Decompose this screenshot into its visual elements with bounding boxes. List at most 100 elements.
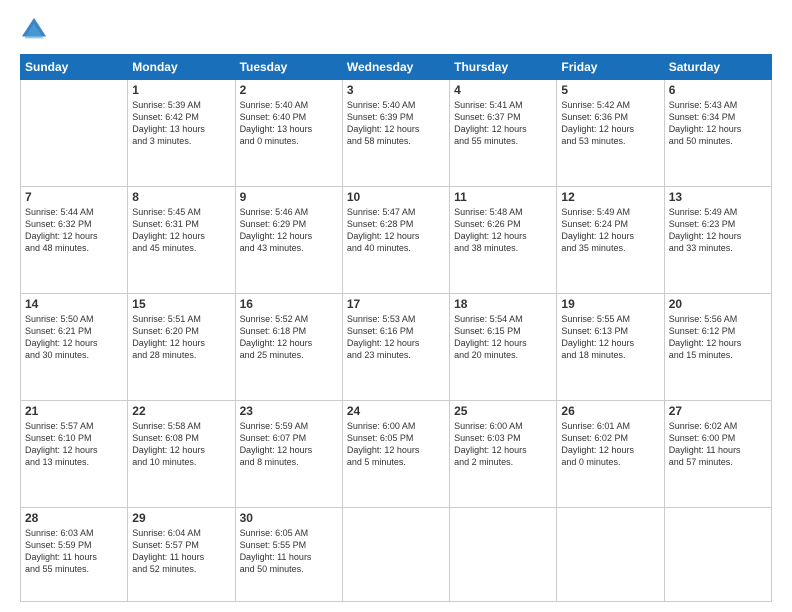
calendar-table: SundayMondayTuesdayWednesdayThursdayFrid… (20, 54, 772, 602)
calendar-cell (664, 508, 771, 602)
day-info: Sunrise: 6:00 AM Sunset: 6:03 PM Dayligh… (454, 420, 552, 469)
calendar-cell: 14 Sunrise: 5:50 AM Sunset: 6:21 PM Dayli… (21, 294, 128, 401)
day-info: Sunrise: 5:42 AM Sunset: 6:36 PM Dayligh… (561, 99, 659, 148)
week-row-4: 28 Sunrise: 6:03 AM Sunset: 5:59 PM Dayli… (21, 508, 772, 602)
calendar-cell: 19 Sunrise: 5:55 AM Sunset: 6:13 PM Dayli… (557, 294, 664, 401)
day-info: Sunrise: 5:51 AM Sunset: 6:20 PM Dayligh… (132, 313, 230, 362)
day-number: 12 (561, 190, 659, 204)
weekday-header-wednesday: Wednesday (342, 55, 449, 80)
week-row-2: 14 Sunrise: 5:50 AM Sunset: 6:21 PM Dayli… (21, 294, 772, 401)
calendar-cell: 22 Sunrise: 5:58 AM Sunset: 6:08 PM Dayli… (128, 401, 235, 508)
day-number: 3 (347, 83, 445, 97)
day-info: Sunrise: 5:50 AM Sunset: 6:21 PM Dayligh… (25, 313, 123, 362)
day-number: 19 (561, 297, 659, 311)
calendar-cell: 6 Sunrise: 5:43 AM Sunset: 6:34 PM Daylig… (664, 80, 771, 187)
day-number: 1 (132, 83, 230, 97)
day-number: 24 (347, 404, 445, 418)
day-number: 2 (240, 83, 338, 97)
calendar-cell: 24 Sunrise: 6:00 AM Sunset: 6:05 PM Dayli… (342, 401, 449, 508)
calendar-cell: 25 Sunrise: 6:00 AM Sunset: 6:03 PM Dayli… (450, 401, 557, 508)
day-info: Sunrise: 5:41 AM Sunset: 6:37 PM Dayligh… (454, 99, 552, 148)
calendar-cell: 30 Sunrise: 6:05 AM Sunset: 5:55 PM Dayli… (235, 508, 342, 602)
day-info: Sunrise: 6:05 AM Sunset: 5:55 PM Dayligh… (240, 527, 338, 576)
calendar-cell: 5Sunrise: 5:42 AM Sunset: 6:36 PM Daylig… (557, 80, 664, 187)
day-number: 15 (132, 297, 230, 311)
day-info: Sunrise: 5:49 AM Sunset: 6:23 PM Dayligh… (669, 206, 767, 255)
day-info: Sunrise: 5:44 AM Sunset: 6:32 PM Dayligh… (25, 206, 123, 255)
week-row-1: 7 Sunrise: 5:44 AM Sunset: 6:32 PM Daylig… (21, 187, 772, 294)
day-info: Sunrise: 5:59 AM Sunset: 6:07 PM Dayligh… (240, 420, 338, 469)
calendar-cell: 29 Sunrise: 6:04 AM Sunset: 5:57 PM Dayli… (128, 508, 235, 602)
day-info: Sunrise: 5:55 AM Sunset: 6:13 PM Dayligh… (561, 313, 659, 362)
day-number: 29 (132, 511, 230, 525)
day-number: 25 (454, 404, 552, 418)
day-info: Sunrise: 5:46 AM Sunset: 6:29 PM Dayligh… (240, 206, 338, 255)
weekday-header-row: SundayMondayTuesdayWednesdayThursdayFrid… (21, 55, 772, 80)
day-info: Sunrise: 5:40 AM Sunset: 6:39 PM Dayligh… (347, 99, 445, 148)
day-info: Sunrise: 6:01 AM Sunset: 6:02 PM Dayligh… (561, 420, 659, 469)
day-info: Sunrise: 5:57 AM Sunset: 6:10 PM Dayligh… (25, 420, 123, 469)
day-number: 14 (25, 297, 123, 311)
day-number: 18 (454, 297, 552, 311)
week-row-3: 21 Sunrise: 5:57 AM Sunset: 6:10 PM Dayli… (21, 401, 772, 508)
calendar-cell: 2 Sunrise: 5:40 AM Sunset: 6:40 PM Daylig… (235, 80, 342, 187)
week-row-0: 1 Sunrise: 5:39 AM Sunset: 6:42 PM Daylig… (21, 80, 772, 187)
page: SundayMondayTuesdayWednesdayThursdayFrid… (0, 0, 792, 612)
calendar-cell: 27 Sunrise: 6:02 AM Sunset: 6:00 PM Dayli… (664, 401, 771, 508)
calendar-cell: 15 Sunrise: 5:51 AM Sunset: 6:20 PM Dayli… (128, 294, 235, 401)
day-number: 7 (25, 190, 123, 204)
day-number: 28 (25, 511, 123, 525)
day-info: Sunrise: 5:48 AM Sunset: 6:26 PM Dayligh… (454, 206, 552, 255)
day-number: 23 (240, 404, 338, 418)
calendar-cell: 12 Sunrise: 5:49 AM Sunset: 6:24 PM Dayli… (557, 187, 664, 294)
day-number: 30 (240, 511, 338, 525)
day-info: Sunrise: 5:54 AM Sunset: 6:15 PM Dayligh… (454, 313, 552, 362)
day-number: 21 (25, 404, 123, 418)
day-info: Sunrise: 5:39 AM Sunset: 6:42 PM Dayligh… (132, 99, 230, 148)
day-info: Sunrise: 6:03 AM Sunset: 5:59 PM Dayligh… (25, 527, 123, 576)
calendar-cell (557, 508, 664, 602)
calendar-cell: 16Sunrise: 5:52 AM Sunset: 6:18 PM Dayli… (235, 294, 342, 401)
calendar-cell: 8Sunrise: 5:45 AM Sunset: 6:31 PM Daylig… (128, 187, 235, 294)
calendar-cell: 4 Sunrise: 5:41 AM Sunset: 6:37 PM Daylig… (450, 80, 557, 187)
logo-icon (20, 16, 48, 44)
day-info: Sunrise: 6:02 AM Sunset: 6:00 PM Dayligh… (669, 420, 767, 469)
day-info: Sunrise: 6:00 AM Sunset: 6:05 PM Dayligh… (347, 420, 445, 469)
day-number: 4 (454, 83, 552, 97)
day-number: 11 (454, 190, 552, 204)
day-number: 27 (669, 404, 767, 418)
calendar-cell: 26 Sunrise: 6:01 AM Sunset: 6:02 PM Dayli… (557, 401, 664, 508)
day-info: Sunrise: 5:40 AM Sunset: 6:40 PM Dayligh… (240, 99, 338, 148)
day-info: Sunrise: 5:47 AM Sunset: 6:28 PM Dayligh… (347, 206, 445, 255)
day-number: 20 (669, 297, 767, 311)
calendar-cell (21, 80, 128, 187)
day-info: Sunrise: 5:56 AM Sunset: 6:12 PM Dayligh… (669, 313, 767, 362)
day-number: 22 (132, 404, 230, 418)
calendar-cell: 7 Sunrise: 5:44 AM Sunset: 6:32 PM Daylig… (21, 187, 128, 294)
calendar-cell: 11 Sunrise: 5:48 AM Sunset: 6:26 PM Dayli… (450, 187, 557, 294)
day-info: Sunrise: 5:43 AM Sunset: 6:34 PM Dayligh… (669, 99, 767, 148)
calendar-cell: 17Sunrise: 5:53 AM Sunset: 6:16 PM Dayli… (342, 294, 449, 401)
calendar-cell: 18 Sunrise: 5:54 AM Sunset: 6:15 PM Dayli… (450, 294, 557, 401)
calendar-cell: 10Sunrise: 5:47 AM Sunset: 6:28 PM Dayli… (342, 187, 449, 294)
day-number: 6 (669, 83, 767, 97)
calendar-cell: 9 Sunrise: 5:46 AM Sunset: 6:29 PM Daylig… (235, 187, 342, 294)
calendar-cell: 3 Sunrise: 5:40 AM Sunset: 6:39 PM Daylig… (342, 80, 449, 187)
calendar-cell: 23 Sunrise: 5:59 AM Sunset: 6:07 PM Dayli… (235, 401, 342, 508)
day-info: Sunrise: 6:04 AM Sunset: 5:57 PM Dayligh… (132, 527, 230, 576)
weekday-header-monday: Monday (128, 55, 235, 80)
calendar-cell (450, 508, 557, 602)
day-info: Sunrise: 5:52 AM Sunset: 6:18 PM Dayligh… (240, 313, 338, 362)
day-number: 13 (669, 190, 767, 204)
weekday-header-tuesday: Tuesday (235, 55, 342, 80)
day-number: 9 (240, 190, 338, 204)
weekday-header-friday: Friday (557, 55, 664, 80)
calendar-cell: 1 Sunrise: 5:39 AM Sunset: 6:42 PM Daylig… (128, 80, 235, 187)
day-number: 17 (347, 297, 445, 311)
weekday-header-sunday: Sunday (21, 55, 128, 80)
day-info: Sunrise: 5:49 AM Sunset: 6:24 PM Dayligh… (561, 206, 659, 255)
day-number: 26 (561, 404, 659, 418)
calendar-cell: 21 Sunrise: 5:57 AM Sunset: 6:10 PM Dayli… (21, 401, 128, 508)
day-info: Sunrise: 5:58 AM Sunset: 6:08 PM Dayligh… (132, 420, 230, 469)
calendar-cell: 13 Sunrise: 5:49 AM Sunset: 6:23 PM Dayli… (664, 187, 771, 294)
